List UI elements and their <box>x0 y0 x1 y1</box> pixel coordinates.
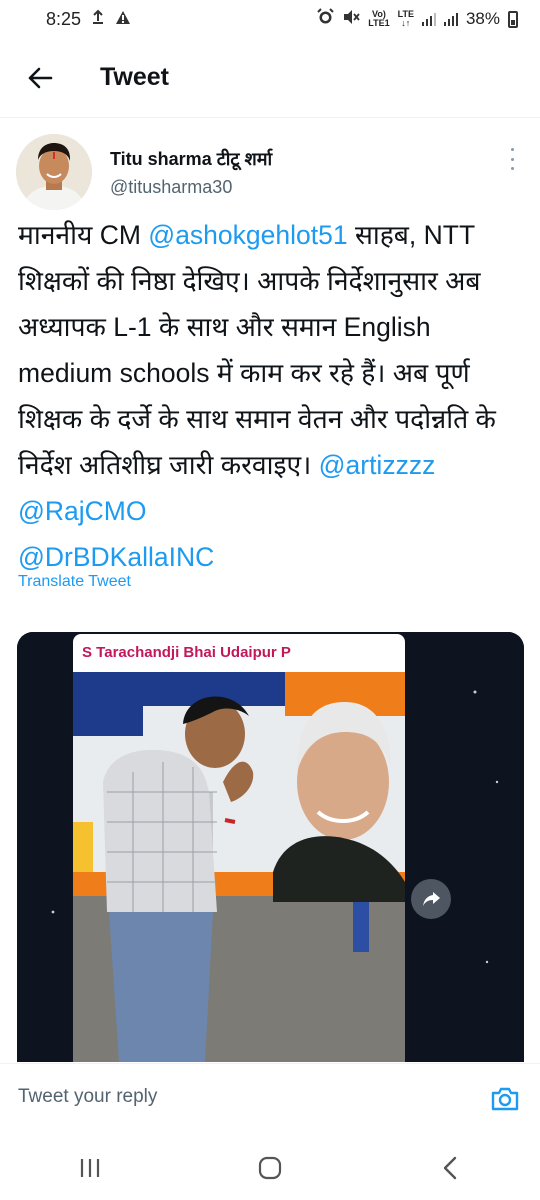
camera-icon[interactable] <box>490 1084 520 1114</box>
photo-card: S Tarachandji Bhai Udaipur P <box>73 634 405 1062</box>
network-indicator: Vo) LTE1 <box>368 10 389 28</box>
avatar[interactable] <box>16 134 92 210</box>
tweet-media[interactable]: S Tarachandji Bhai Udaipur P <box>17 632 524 1062</box>
more-vertical-icon[interactable] <box>506 148 518 170</box>
battery-percent: 38% <box>465 9 500 28</box>
alarm-icon <box>317 8 334 30</box>
mention-artizzzz[interactable]: @artizzzz <box>319 450 436 480</box>
system-nav-bar <box>0 1136 540 1200</box>
signal-icon-2 <box>443 12 458 26</box>
status-time: 8:25 <box>46 8 82 29</box>
network-bottom: LTE1 <box>368 18 390 28</box>
share-icon[interactable] <box>411 879 451 919</box>
lte-indicator: LTE ↓↑ <box>397 9 414 28</box>
reply-bar: Tweet your reply <box>0 1063 540 1135</box>
mention-rajcmo[interactable]: @RajCMO <box>18 496 147 526</box>
tweet-author: Titu sharma टीटू शर्मा @titusharma30 <box>16 130 526 210</box>
media-caption: S Tarachandji Bhai Udaipur P <box>82 644 291 661</box>
battery-icon <box>508 10 518 28</box>
home-icon[interactable] <box>245 1148 295 1188</box>
back-icon[interactable] <box>425 1148 475 1188</box>
signal-icon-1 <box>421 12 436 26</box>
alert-icon <box>115 9 131 30</box>
header: Tweet <box>0 38 540 118</box>
mute-icon <box>342 9 360 30</box>
reply-input[interactable]: Tweet your reply <box>18 1086 157 1108</box>
page-title: Tweet <box>100 63 169 91</box>
mention-ashokgehlot51[interactable]: @ashokgehlot51 <box>148 220 347 250</box>
author-handle[interactable]: @titusharma30 <box>110 177 232 198</box>
mention-drbdkallainc[interactable]: @DrBDKallaINC <box>18 542 214 572</box>
status-bar: 8:25 Vo) LTE1 LTE ↓↑ 38% <box>0 0 540 38</box>
translate-tweet-link[interactable]: Translate Tweet <box>18 573 131 591</box>
tweet-text-part2: साहब, NTT शिक्षकों की निष्ठा देखिए। आपके… <box>18 220 496 480</box>
media-photo <box>73 672 405 1062</box>
author-name[interactable]: Titu sharma टीटू शर्मा <box>110 147 272 171</box>
back-arrow-icon[interactable] <box>22 60 58 96</box>
tweet-text: माननीय CM @ashokgehlot51 साहब, NTT शिक्ष… <box>18 212 518 580</box>
recent-apps-icon[interactable] <box>65 1148 115 1188</box>
tweet-text-part1: माननीय CM <box>18 220 149 250</box>
upload-icon <box>91 9 105 30</box>
